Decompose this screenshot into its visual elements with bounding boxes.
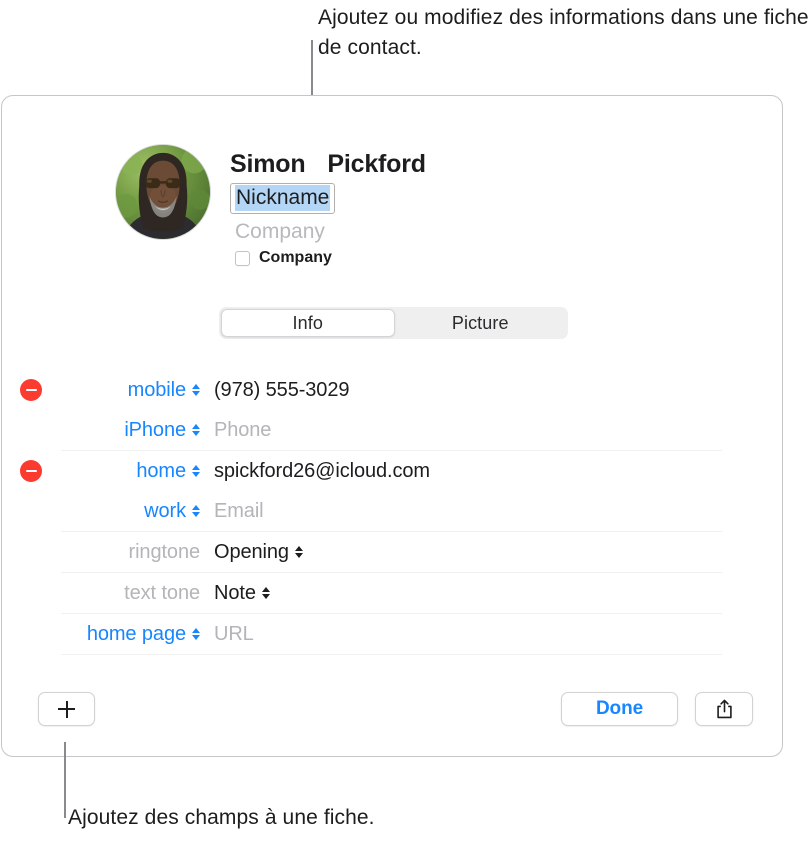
field-label: home	[136, 459, 186, 482]
field-value-cell[interactable]: Phone	[214, 419, 271, 442]
family-name: Pickford	[327, 150, 426, 178]
field-value: Email	[214, 499, 264, 522]
field-value: Note	[214, 581, 256, 604]
chevron-updown-icon[interactable]	[294, 545, 303, 559]
field-label: ringtone	[128, 540, 201, 563]
avatar[interactable]	[115, 144, 211, 240]
field-row[interactable]: ringtone Opening	[61, 532, 722, 573]
remove-field-icon[interactable]	[20, 379, 42, 401]
field-label-cell: ringtone	[61, 540, 201, 564]
field-row[interactable]: text tone Note	[61, 573, 722, 614]
field-value: URL	[214, 622, 254, 645]
field-row[interactable]: mobile (978) 555-3029	[20, 370, 722, 410]
company-checkbox-label: Company	[259, 249, 332, 266]
field-label: mobile	[127, 378, 186, 401]
tab-info[interactable]: Info	[221, 309, 395, 337]
field-value: (978) 555-3029	[214, 378, 350, 401]
contact-card-header: Simon Pickford Nickname Company Company	[2, 96, 782, 291]
chevron-updown-icon[interactable]	[192, 627, 200, 641]
tab-picture[interactable]: Picture	[395, 309, 567, 337]
company-input[interactable]: Company	[230, 218, 660, 246]
contact-card-window: Simon Pickford Nickname Company Company I…	[1, 95, 783, 757]
info-picture-segmented-control[interactable]: Info Picture	[219, 307, 568, 339]
nickname-input-text: Nickname	[235, 185, 331, 211]
company-checkbox-row[interactable]: Company	[230, 249, 660, 267]
field-label-cell[interactable]: iPhone	[61, 419, 200, 442]
field-label-cell[interactable]: mobile	[61, 379, 200, 402]
tab-info-label: Info	[292, 312, 323, 333]
field-label: text tone	[124, 581, 200, 604]
done-button[interactable]: Done	[561, 692, 678, 726]
field-value-cell[interactable]: (978) 555-3029	[214, 379, 349, 402]
name-block: Simon Pickford Nickname Company Company	[230, 148, 660, 267]
contact-fields-list: mobile (978) 555-3029 iPhone Phone home	[2, 370, 782, 655]
nickname-input[interactable]: Nickname	[230, 183, 336, 214]
field-value-cell[interactable]: URL	[214, 623, 254, 646]
add-field-button[interactable]	[38, 692, 95, 726]
contact-name: Simon Pickford	[230, 148, 660, 180]
field-value: Phone	[214, 418, 272, 441]
chevron-updown-icon[interactable]	[192, 464, 200, 478]
field-value-cell[interactable]: spickford26@icloud.com	[214, 460, 430, 483]
field-value-cell[interactable]: Opening	[214, 541, 303, 564]
field-row[interactable]: work Email	[61, 491, 722, 532]
field-value-cell[interactable]: Note	[214, 582, 270, 605]
chevron-updown-icon[interactable]	[192, 423, 200, 437]
share-button[interactable]	[695, 692, 753, 726]
field-label-cell: text tone	[61, 582, 200, 605]
company-checkbox[interactable]	[235, 250, 250, 266]
bottom-callout-leader-line	[64, 742, 66, 818]
field-label: work	[144, 499, 186, 522]
remove-field-icon[interactable]	[20, 460, 42, 482]
field-value-cell[interactable]: Email	[214, 500, 264, 523]
done-button-label: Done	[595, 698, 644, 719]
field-label: home page	[86, 622, 186, 645]
field-row[interactable]: iPhone Phone	[61, 410, 722, 451]
field-label: iPhone	[124, 418, 186, 441]
chevron-updown-icon[interactable]	[192, 504, 200, 518]
given-name: Simon	[230, 150, 306, 178]
field-label-cell[interactable]: home page	[61, 623, 200, 646]
bottom-callout-text: Ajoutez des champs à une fiche.	[68, 806, 375, 829]
field-value: spickford26@icloud.com	[214, 459, 430, 482]
contact-card-toolbar: Done	[2, 677, 782, 756]
field-row[interactable]: home spickford26@icloud.com	[20, 451, 722, 491]
field-value: Opening	[214, 540, 289, 563]
chevron-updown-icon[interactable]	[192, 383, 200, 397]
share-icon	[715, 699, 734, 720]
plus-icon	[58, 700, 75, 718]
field-label-cell[interactable]: home	[61, 460, 200, 483]
field-label-cell[interactable]: work	[61, 500, 200, 523]
field-row[interactable]: home page URL	[61, 614, 722, 655]
chevron-updown-icon[interactable]	[261, 586, 270, 600]
tab-picture-label: Picture	[451, 312, 509, 333]
top-callout-text: Ajoutez ou modifiez des informations dan…	[318, 6, 809, 59]
